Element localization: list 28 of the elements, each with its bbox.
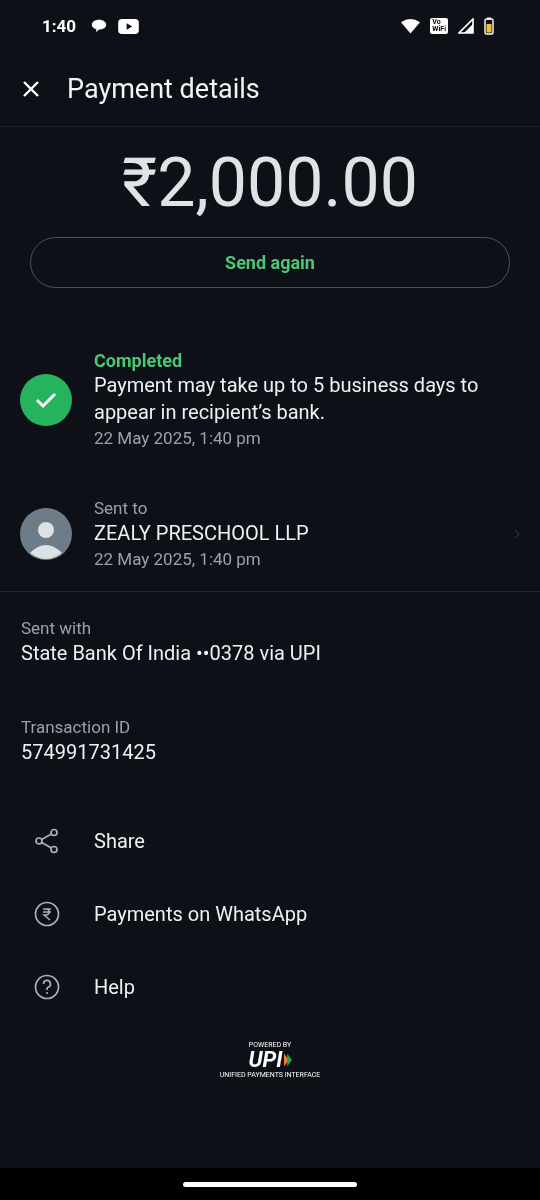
detail-label: Transaction ID — [21, 716, 132, 739]
detail-value: 574991731425 — [21, 739, 157, 766]
status-label: Completed — [94, 350, 184, 372]
action-item[interactable]: Share — [0, 804, 540, 877]
help-icon — [34, 973, 60, 1000]
recipient-caption: Sent to — [94, 497, 149, 520]
check-circle-icon — [20, 374, 72, 426]
status-message: Payment may take up to 5 business days to appear in recipient’s bank. — [94, 372, 480, 426]
wifi-icon — [401, 18, 421, 34]
recipient-time: 22 May 2025, 1:40 pm — [94, 548, 262, 571]
page-title: Payment details — [67, 73, 260, 105]
detail-label: Sent with — [21, 617, 93, 640]
recipient-name: ZEALY PRESCHOOL LLP — [94, 520, 310, 547]
battery-icon — [484, 17, 494, 35]
close-icon — [21, 79, 41, 99]
play-icon — [118, 18, 140, 34]
action-item[interactable]: Payments on WhatsApp — [0, 877, 540, 950]
share-icon — [34, 827, 60, 854]
status-time: 22 May 2025, 1:40 pm — [94, 427, 262, 450]
rupee-icon — [34, 900, 60, 927]
chat-icon — [90, 17, 109, 35]
home-indicator[interactable] — [183, 1181, 357, 1187]
detail-value: State Bank Of India ••0378 via UPI — [21, 640, 322, 667]
action-item[interactable]: Help — [0, 950, 540, 1023]
amount: ₹2,000.00 — [121, 143, 419, 223]
status-time: 1:40 — [42, 16, 77, 36]
signal-icon — [458, 18, 474, 34]
avatar-icon — [20, 507, 72, 560]
